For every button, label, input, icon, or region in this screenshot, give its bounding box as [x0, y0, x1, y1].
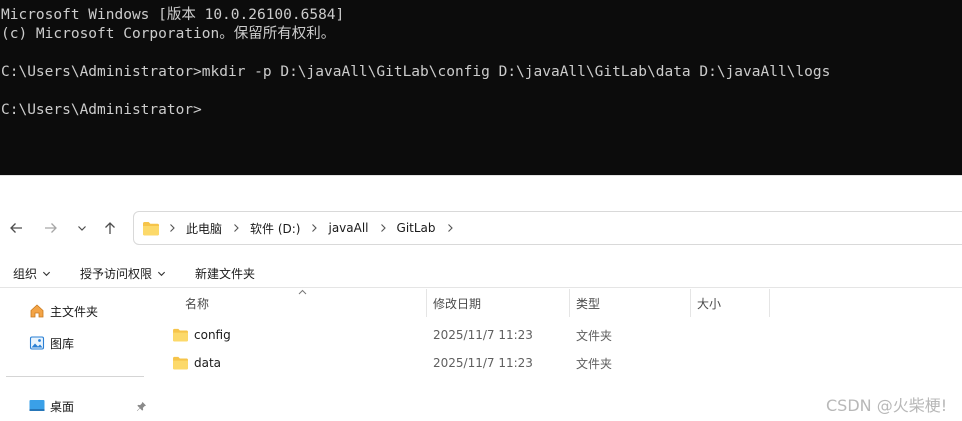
gallery-icon [29, 336, 45, 350]
table-row[interactable]: data 2025/11/7 11:23 文件夹 [154, 350, 962, 376]
breadcrumb-separator-icon [310, 223, 318, 233]
up-button[interactable] [97, 210, 123, 246]
column-divider[interactable] [426, 289, 427, 317]
organize-button[interactable]: 组织 [13, 265, 51, 282]
file-modified: 2025/11/7 11:23 [433, 356, 533, 370]
sidebar-item-label: 主文件夹 [50, 304, 99, 319]
arrow-up-icon [105, 222, 115, 234]
grant-access-button[interactable]: 授予访问权限 [80, 265, 166, 282]
file-type: 文件夹 [576, 356, 613, 371]
breadcrumb-separator-icon[interactable] [446, 223, 454, 233]
sidebar-item-gallery[interactable]: 图库 [29, 332, 74, 354]
file-explorer-window: 此电脑 软件 (D:) javaAll GitLab 组织 授予访问权限 新建文… [0, 175, 962, 421]
watermark: CSDN @火柴梗! [826, 396, 948, 415]
chevron-down-icon [42, 271, 51, 277]
sidebar-item-desktop[interactable]: 桌面 [29, 395, 151, 417]
sort-ascending-icon [298, 289, 307, 295]
column-header-name[interactable]: 名称 [185, 289, 209, 317]
arrow-left-icon [10, 223, 22, 233]
breadcrumb-gitlab[interactable]: GitLab [397, 221, 436, 235]
navigation-bar: 此电脑 软件 (D:) javaAll GitLab [0, 210, 962, 246]
grant-access-label: 授予访问权限 [80, 267, 153, 281]
terminal-line-copyright: (c) Microsoft Corporation。保留所有权利。 [1, 26, 336, 42]
terminal-line-command: C:\Users\Administrator>mkdir -p D:\javaA… [1, 64, 831, 80]
breadcrumb-drive-d[interactable]: 软件 (D:) [250, 220, 300, 237]
sidebar-item-label: 桌面 [50, 399, 75, 414]
breadcrumb-separator-icon [168, 223, 176, 233]
folder-icon [173, 328, 188, 342]
forward-button[interactable] [38, 210, 64, 246]
file-name: data [194, 356, 222, 370]
desktop-icon [29, 400, 45, 411]
address-bar[interactable]: 此电脑 软件 (D:) javaAll GitLab [133, 211, 962, 245]
new-folder-button[interactable]: 新建文件夹 [195, 265, 255, 282]
arrow-right-icon [45, 223, 57, 233]
chevron-down-icon [78, 226, 86, 231]
terminal-line-version: Microsoft Windows [版本 10.0.26100.6584] [1, 7, 345, 23]
table-row[interactable]: config 2025/11/7 11:23 文件夹 [154, 322, 962, 348]
organize-label: 组织 [13, 267, 38, 281]
column-header-size[interactable]: 大小 [697, 289, 721, 317]
breadcrumb-this-pc[interactable]: 此电脑 [186, 220, 222, 237]
folder-icon [173, 356, 188, 370]
column-divider[interactable] [569, 289, 570, 317]
folder-icon [143, 221, 159, 235]
chevron-down-icon [157, 271, 166, 277]
column-header-type[interactable]: 类型 [576, 289, 600, 317]
column-divider[interactable] [769, 289, 770, 317]
sidebar-divider [6, 376, 144, 377]
column-divider[interactable] [690, 289, 691, 317]
sidebar-item-home[interactable]: 主文件夹 [29, 300, 98, 322]
new-folder-label: 新建文件夹 [195, 267, 256, 281]
breadcrumb-separator-icon [379, 223, 387, 233]
breadcrumb-separator-icon [232, 223, 240, 233]
navigation-pane: 主文件夹 图库 桌面 [0, 289, 154, 421]
column-header-modified[interactable]: 修改日期 [433, 289, 481, 317]
terminal-line-prompt: C:\Users\Administrator> [1, 102, 202, 118]
back-button[interactable] [3, 210, 29, 246]
command-bar: 组织 授予访问权限 新建文件夹 [0, 260, 962, 288]
file-modified: 2025/11/7 11:23 [433, 328, 533, 342]
file-type: 文件夹 [576, 328, 613, 343]
terminal-window[interactable]: Microsoft Windows [版本 10.0.26100.6584] (… [0, 0, 962, 175]
file-name: config [194, 328, 231, 342]
home-icon [30, 304, 44, 318]
breadcrumb-javaall[interactable]: javaAll [328, 221, 368, 235]
recent-locations-button[interactable] [69, 210, 95, 246]
sidebar-item-label: 图库 [50, 336, 75, 351]
pin-icon[interactable] [136, 401, 147, 412]
